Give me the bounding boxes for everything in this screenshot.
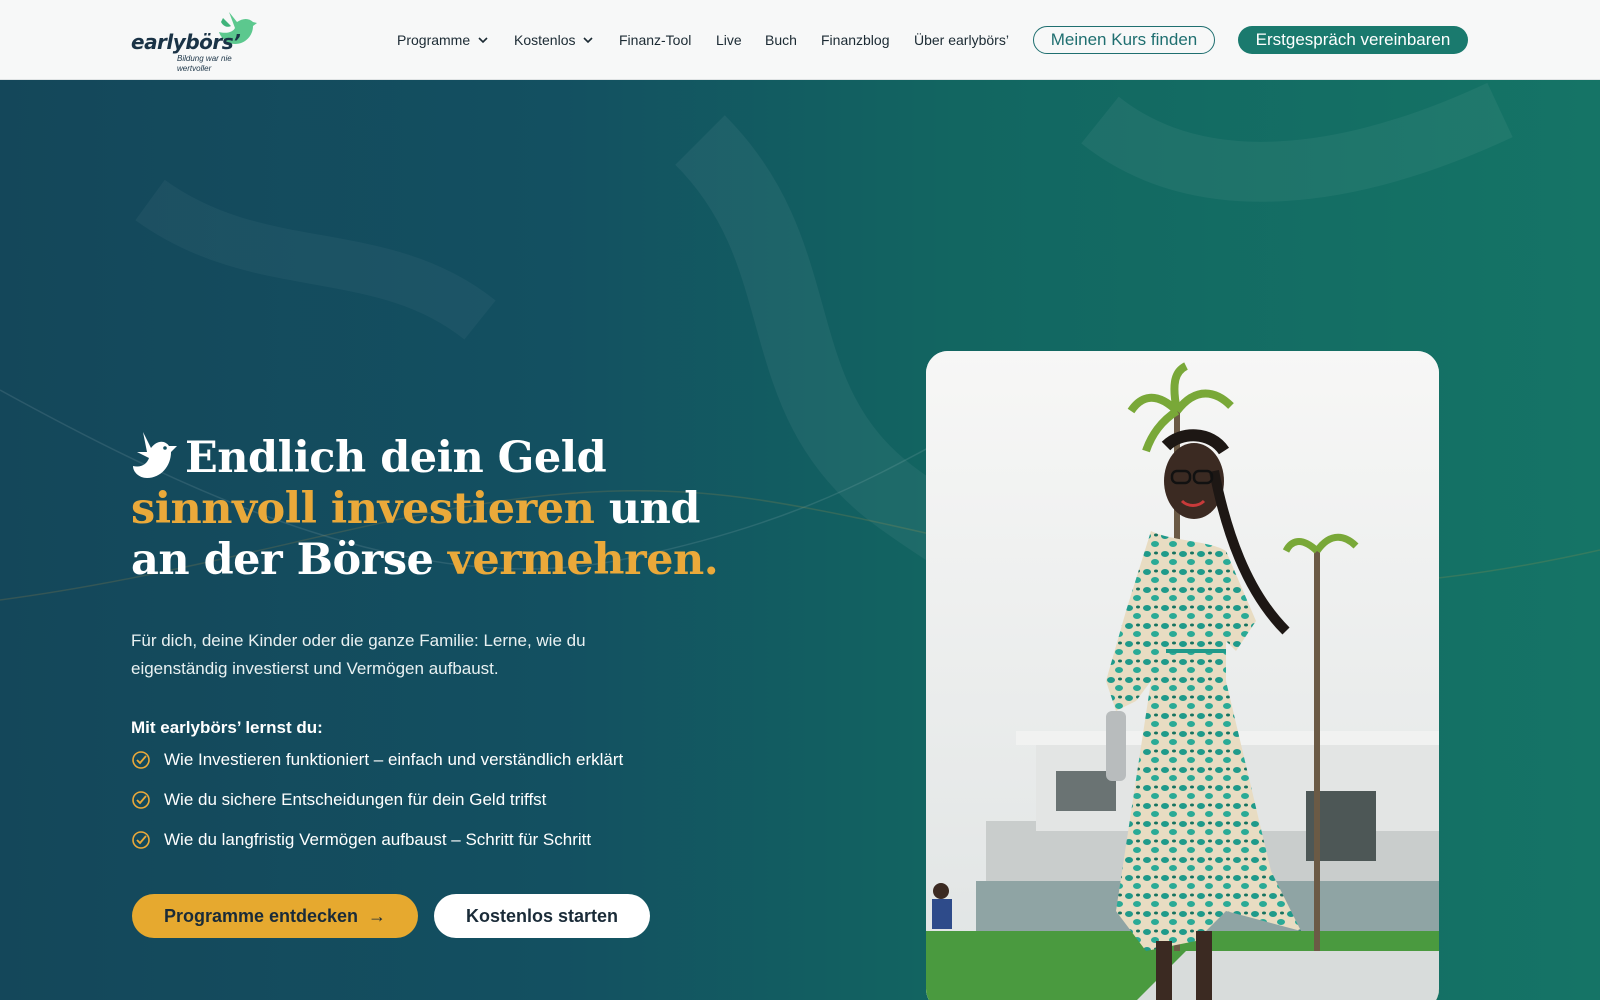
hero-section: Endlich dein Geld sinnvoll investieren u… bbox=[0, 80, 1600, 1000]
discover-programs-button[interactable]: Programme entdecken → bbox=[132, 894, 418, 938]
nav-item-finanz-tool[interactable]: Finanz-Tool bbox=[619, 26, 691, 54]
hero-photo-illustration bbox=[926, 351, 1439, 1000]
list-item-text: Wie du langfristig Vermögen aufbaust – S… bbox=[164, 830, 592, 849]
list-item-text: Wie Investieren funktioniert – einfach u… bbox=[164, 750, 624, 769]
chevron-down-icon bbox=[478, 37, 488, 44]
list-item: Wie Investieren funktioniert – einfach u… bbox=[131, 740, 751, 780]
headline-accent-2: vermehren. bbox=[447, 535, 719, 585]
hero-headline: Endlich dein Geld sinnvoll investieren u… bbox=[131, 430, 771, 586]
logo-tagline: Bildung war nie wertvoller bbox=[177, 54, 232, 73]
learn-list: Wie Investieren funktioniert – einfach u… bbox=[131, 740, 751, 860]
check-circle-icon bbox=[132, 791, 150, 809]
list-item: Wie du sichere Entscheidungen für dein G… bbox=[131, 780, 751, 820]
check-circle-icon bbox=[132, 831, 150, 849]
arrow-right-icon: → bbox=[368, 906, 387, 926]
hero-subtitle: Für dich, deine Kinder oder die ganze Fa… bbox=[131, 631, 586, 678]
logo[interactable]: earlybörs’ Bildung war nie wertvoller bbox=[131, 8, 261, 74]
nav-item-buch[interactable]: Buch bbox=[765, 26, 797, 54]
list-item: Wie du langfristig Vermögen aufbaust – S… bbox=[131, 820, 751, 860]
nav-item-ueber[interactable]: Über earlybörs’ bbox=[914, 26, 1009, 54]
nav-item-finanzblog[interactable]: Finanzblog bbox=[821, 26, 890, 54]
button-label: Programme entdecken bbox=[163, 906, 359, 926]
logo-wordmark: earlybörs’ bbox=[131, 30, 241, 54]
learn-list-title: Mit earlybörs’ lernst du: bbox=[131, 718, 323, 737]
site-header: earlybörs’ Bildung war nie wertvoller Pr… bbox=[0, 0, 1600, 80]
chevron-down-icon bbox=[583, 37, 594, 44]
find-course-button[interactable]: Meinen Kurs finden bbox=[1033, 26, 1215, 54]
headline-text-1: Endlich dein Geld bbox=[185, 433, 607, 483]
nav-item-programme[interactable]: Programme bbox=[397, 26, 490, 54]
nav-item-kostenlos[interactable]: Kostenlos bbox=[514, 26, 595, 54]
start-free-button[interactable]: Kostenlos starten bbox=[434, 894, 650, 938]
nav-item-label: Kostenlos bbox=[514, 32, 576, 48]
book-consultation-button[interactable]: Erstgespräch vereinbaren bbox=[1238, 26, 1468, 54]
hero-photo bbox=[926, 351, 1439, 1000]
bird-icon bbox=[133, 432, 177, 478]
nav-item-live[interactable]: Live bbox=[716, 26, 742, 54]
check-circle-icon bbox=[132, 751, 150, 769]
list-item-text: Wie du sichere Entscheidungen für dein G… bbox=[164, 790, 547, 809]
headline-accent-1: sinnvoll investieren bbox=[131, 484, 595, 534]
nav-item-label: Programme bbox=[397, 32, 471, 48]
